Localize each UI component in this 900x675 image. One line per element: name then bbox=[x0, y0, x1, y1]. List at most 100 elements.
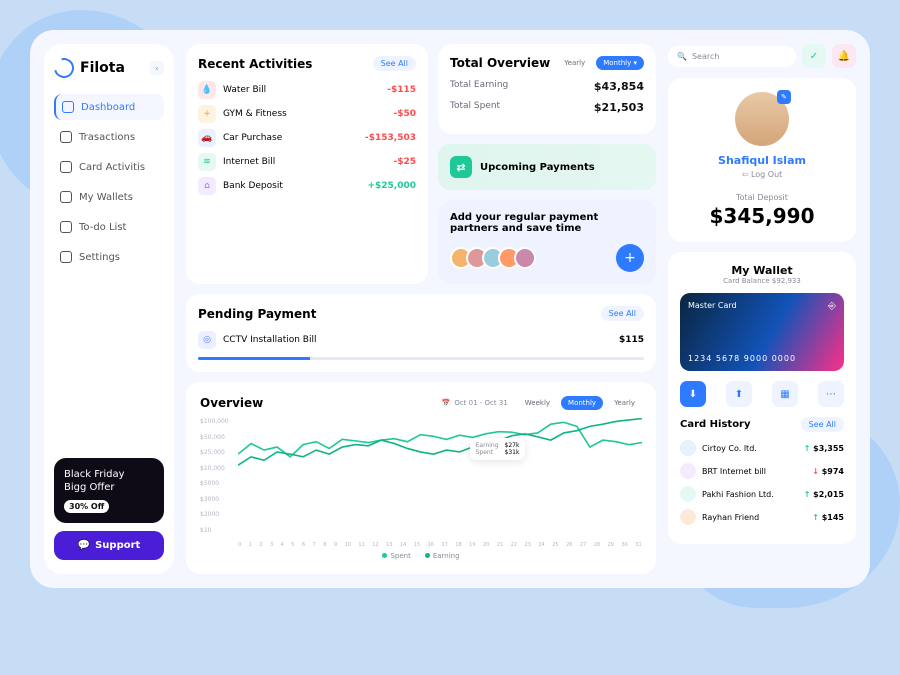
nav-icon bbox=[62, 101, 74, 113]
period-yearly[interactable]: Yearly bbox=[557, 56, 592, 70]
history-amount: ↑ $2,015 bbox=[804, 490, 844, 499]
history-row[interactable]: BRT Internet bill ↓ $974 bbox=[680, 463, 844, 479]
app-window: Filota ‹ Dashboard Trasactions Card Activi… bbox=[30, 30, 870, 588]
activity-row[interactable]: +GYM & Fitness-$50 bbox=[198, 105, 416, 123]
recent-title: Recent Activities bbox=[198, 57, 312, 71]
activity-row[interactable]: ⌂Bank Deposit+$25,000 bbox=[198, 177, 416, 195]
activity-icon: ≋ bbox=[198, 153, 216, 171]
activity-icon: + bbox=[198, 105, 216, 123]
history-icon bbox=[680, 486, 696, 502]
wallet-balance: Card Balance $92,933 bbox=[680, 277, 844, 285]
upcoming-label: Upcoming Payments bbox=[480, 162, 595, 173]
sidebar-item-dashboard[interactable]: Dashboard bbox=[54, 94, 164, 120]
credit-card[interactable]: Master Card ⎆ 1234 5678 9000 0000 bbox=[680, 293, 844, 371]
upcoming-icon: ⇄ bbox=[450, 156, 472, 178]
nav-label: My Wallets bbox=[79, 192, 133, 203]
topbar: 🔍 Search ✓ 🔔 bbox=[668, 44, 856, 68]
add-partner-button[interactable]: + bbox=[616, 244, 644, 272]
avatar bbox=[514, 247, 536, 269]
search-placeholder: Search bbox=[692, 52, 719, 61]
sidebar-collapse-button[interactable]: ‹ bbox=[150, 61, 164, 75]
pending-title: Pending Payment bbox=[198, 307, 316, 321]
activity-icon: ⌂ bbox=[198, 177, 216, 195]
wallet-card: My Wallet Card Balance $92,933 Master Ca… bbox=[668, 252, 856, 544]
overview-date-range[interactable]: 📅 Oct 01 - Oct 31 bbox=[442, 399, 508, 407]
nav-icon bbox=[60, 191, 72, 203]
activity-icon: 🚗 bbox=[198, 129, 216, 147]
overview-weekly[interactable]: Weekly bbox=[518, 396, 557, 410]
history-amount: ↑ $145 bbox=[812, 513, 844, 522]
activity-row[interactable]: ≋Internet Bill-$25 bbox=[198, 153, 416, 171]
logo: Filota ‹ bbox=[54, 58, 164, 78]
sidebar-item-card-activitis[interactable]: Card Activitis bbox=[54, 154, 164, 180]
activity-row[interactable]: 💧Water Bill-$115 bbox=[198, 81, 416, 99]
nav-label: Settings bbox=[79, 252, 120, 263]
promo-banner[interactable]: Black Friday Bigg Offer 30% Off bbox=[54, 458, 164, 523]
sidebar-item-settings[interactable]: Settings bbox=[54, 244, 164, 270]
deposit-label: Total Deposit bbox=[682, 193, 842, 202]
action-receive-button[interactable]: ⬆ bbox=[726, 381, 752, 407]
inbox-icon-button[interactable]: ✓ bbox=[802, 44, 826, 68]
activity-amount: -$25 bbox=[393, 157, 416, 167]
history-label: Cirtoy Co. ltd. bbox=[702, 444, 757, 453]
chart-legend: Spent Earning bbox=[200, 552, 642, 560]
support-label: Support bbox=[95, 540, 140, 551]
pending-see-all-button[interactable]: See All bbox=[601, 306, 644, 321]
history-row[interactable]: Cirtoy Co. ltd. ↑ $3,355 bbox=[680, 440, 844, 456]
nav: Dashboard Trasactions Card Activitis My Wal… bbox=[54, 94, 164, 448]
activity-row[interactable]: 🚗 Car Purchase -$153,503 bbox=[198, 129, 416, 147]
history-icon bbox=[680, 509, 696, 525]
history-label: Pakhi Fashion Ltd. bbox=[702, 490, 774, 499]
overview-monthly[interactable]: Monthly bbox=[561, 396, 603, 410]
pending-item-icon: ◎ bbox=[198, 331, 216, 349]
action-more-button[interactable]: ⋯ bbox=[818, 381, 844, 407]
history-icon bbox=[680, 463, 696, 479]
upcoming-payments-banner[interactable]: ⇄ Upcoming Payments bbox=[438, 144, 656, 190]
history-label: BRT Internet bill bbox=[702, 467, 766, 476]
earning-label: Total Earning bbox=[450, 80, 508, 93]
overview-yearly[interactable]: Yearly bbox=[607, 396, 642, 410]
pending-payment-card: Pending Payment See All ◎ CCTV Installat… bbox=[186, 294, 656, 372]
user-avatar[interactable]: ✎ bbox=[735, 92, 789, 146]
user-name: Shafiqul Islam bbox=[682, 154, 842, 167]
nav-label: Dashboard bbox=[81, 102, 135, 113]
activity-icon: 💧 bbox=[198, 81, 216, 99]
sidebar-item-trasactions[interactable]: Trasactions bbox=[54, 124, 164, 150]
history-amount: ↑ $3,355 bbox=[804, 444, 844, 453]
history-see-all-button[interactable]: See All bbox=[801, 417, 844, 432]
search-input[interactable]: 🔍 Search bbox=[668, 46, 796, 67]
activity-label: Car Purchase bbox=[223, 133, 282, 143]
nav-label: Trasactions bbox=[79, 132, 135, 143]
notifications-icon-button[interactable]: 🔔 bbox=[832, 44, 856, 68]
chat-icon: 💬 bbox=[78, 540, 90, 551]
logout-link[interactable]: ⇦ Log Out bbox=[682, 170, 842, 179]
history-row[interactable]: Pakhi Fashion Ltd. ↑ $2,015 bbox=[680, 486, 844, 502]
promo-line2: Bigg Offer bbox=[64, 481, 154, 494]
total-overview-card: Total Overview Yearly Monthly ▾ Total Ea… bbox=[438, 44, 656, 134]
period-monthly[interactable]: Monthly ▾ bbox=[596, 56, 644, 70]
activity-amount: -$153,503 bbox=[365, 133, 416, 143]
history-amount: ↓ $974 bbox=[812, 467, 844, 476]
history-icon bbox=[680, 440, 696, 456]
total-title: Total Overview bbox=[450, 56, 550, 70]
support-button[interactable]: 💬 Support bbox=[54, 531, 164, 560]
wallet-actions: ⬇ ⬆ ▦ ⋯ bbox=[680, 381, 844, 407]
history-label: Rayhan Friend bbox=[702, 513, 759, 522]
nav-label: Card Activitis bbox=[79, 162, 145, 173]
overview-chart-card: Overview 📅 Oct 01 - Oct 31 Weekly Monthl… bbox=[186, 382, 656, 574]
sidebar: Filota ‹ Dashboard Trasactions Card Activi… bbox=[44, 44, 174, 574]
profile-card: ✎ Shafiqul Islam ⇦ Log Out Total Deposit… bbox=[668, 78, 856, 242]
edit-avatar-icon[interactable]: ✎ bbox=[777, 90, 791, 104]
action-send-button[interactable]: ⬇ bbox=[680, 381, 706, 407]
partners-text: Add your regular payment partners and sa… bbox=[450, 212, 644, 234]
sidebar-item-to-do-list[interactable]: To-do List bbox=[54, 214, 164, 240]
recent-activities-card: Recent Activities See All 💧Water Bill-$1… bbox=[186, 44, 428, 284]
logo-icon bbox=[50, 54, 77, 81]
action-stats-button[interactable]: ▦ bbox=[772, 381, 798, 407]
contactless-icon: ⎆ bbox=[828, 301, 836, 312]
sidebar-item-my-wallets[interactable]: My Wallets bbox=[54, 184, 164, 210]
activity-amount: -$115 bbox=[387, 85, 416, 95]
recent-see-all-button[interactable]: See All bbox=[373, 56, 416, 71]
history-row[interactable]: Rayhan Friend ↑ $145 bbox=[680, 509, 844, 525]
overview-chart: $100,000$50,000$25,000$10,000$5000$3000$… bbox=[200, 418, 642, 548]
